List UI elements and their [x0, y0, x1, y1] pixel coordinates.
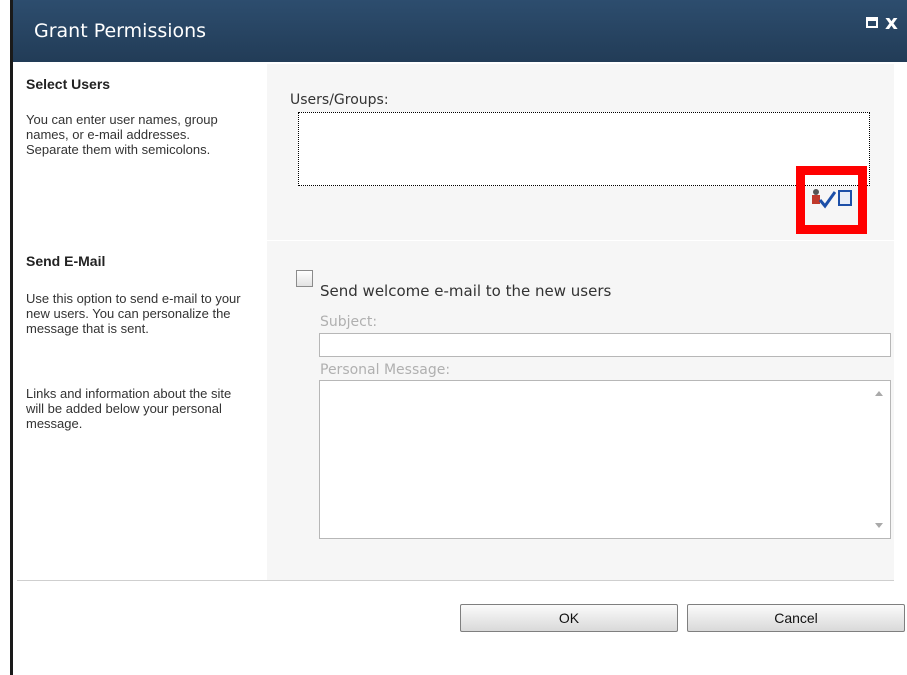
check-names-icon[interactable]	[810, 188, 837, 215]
cancel-button[interactable]: Cancel	[687, 604, 905, 632]
message-scrollbar[interactable]	[870, 381, 890, 538]
users-groups-label: Users/Groups:	[290, 92, 389, 108]
title-bar: Grant Permissions x	[13, 0, 907, 62]
personal-message-input[interactable]	[319, 380, 891, 539]
send-email-info: Send E-Mail Use this option to send e-ma…	[17, 241, 267, 580]
welcome-email-checkbox[interactable]	[296, 270, 313, 287]
footer-divider	[17, 580, 894, 581]
scroll-down-icon[interactable]	[875, 523, 883, 528]
send-email-note: Links and information about the site wil…	[26, 386, 232, 431]
users-groups-input[interactable]	[298, 112, 870, 186]
welcome-email-label: Send welcome e-mail to the new users	[320, 282, 612, 300]
subject-input[interactable]	[319, 333, 891, 357]
close-icon[interactable]: x	[885, 10, 898, 34]
maximize-icon[interactable]	[866, 17, 878, 28]
dialog-title: Grant Permissions	[34, 20, 207, 42]
select-users-info: Select Users You can enter user names, g…	[17, 64, 267, 240]
send-email-description: Use this option to send e-mail to your n…	[26, 291, 241, 336]
personal-message-label: Personal Message:	[320, 362, 451, 378]
address-book-icon[interactable]	[838, 190, 852, 206]
select-users-description: You can enter user names, group names, o…	[26, 112, 218, 157]
scroll-up-icon[interactable]	[875, 391, 883, 396]
select-users-title: Select Users	[26, 76, 111, 92]
ok-button[interactable]: OK	[460, 604, 678, 632]
send-email-title: Send E-Mail	[26, 253, 106, 269]
subject-label: Subject:	[320, 314, 378, 330]
